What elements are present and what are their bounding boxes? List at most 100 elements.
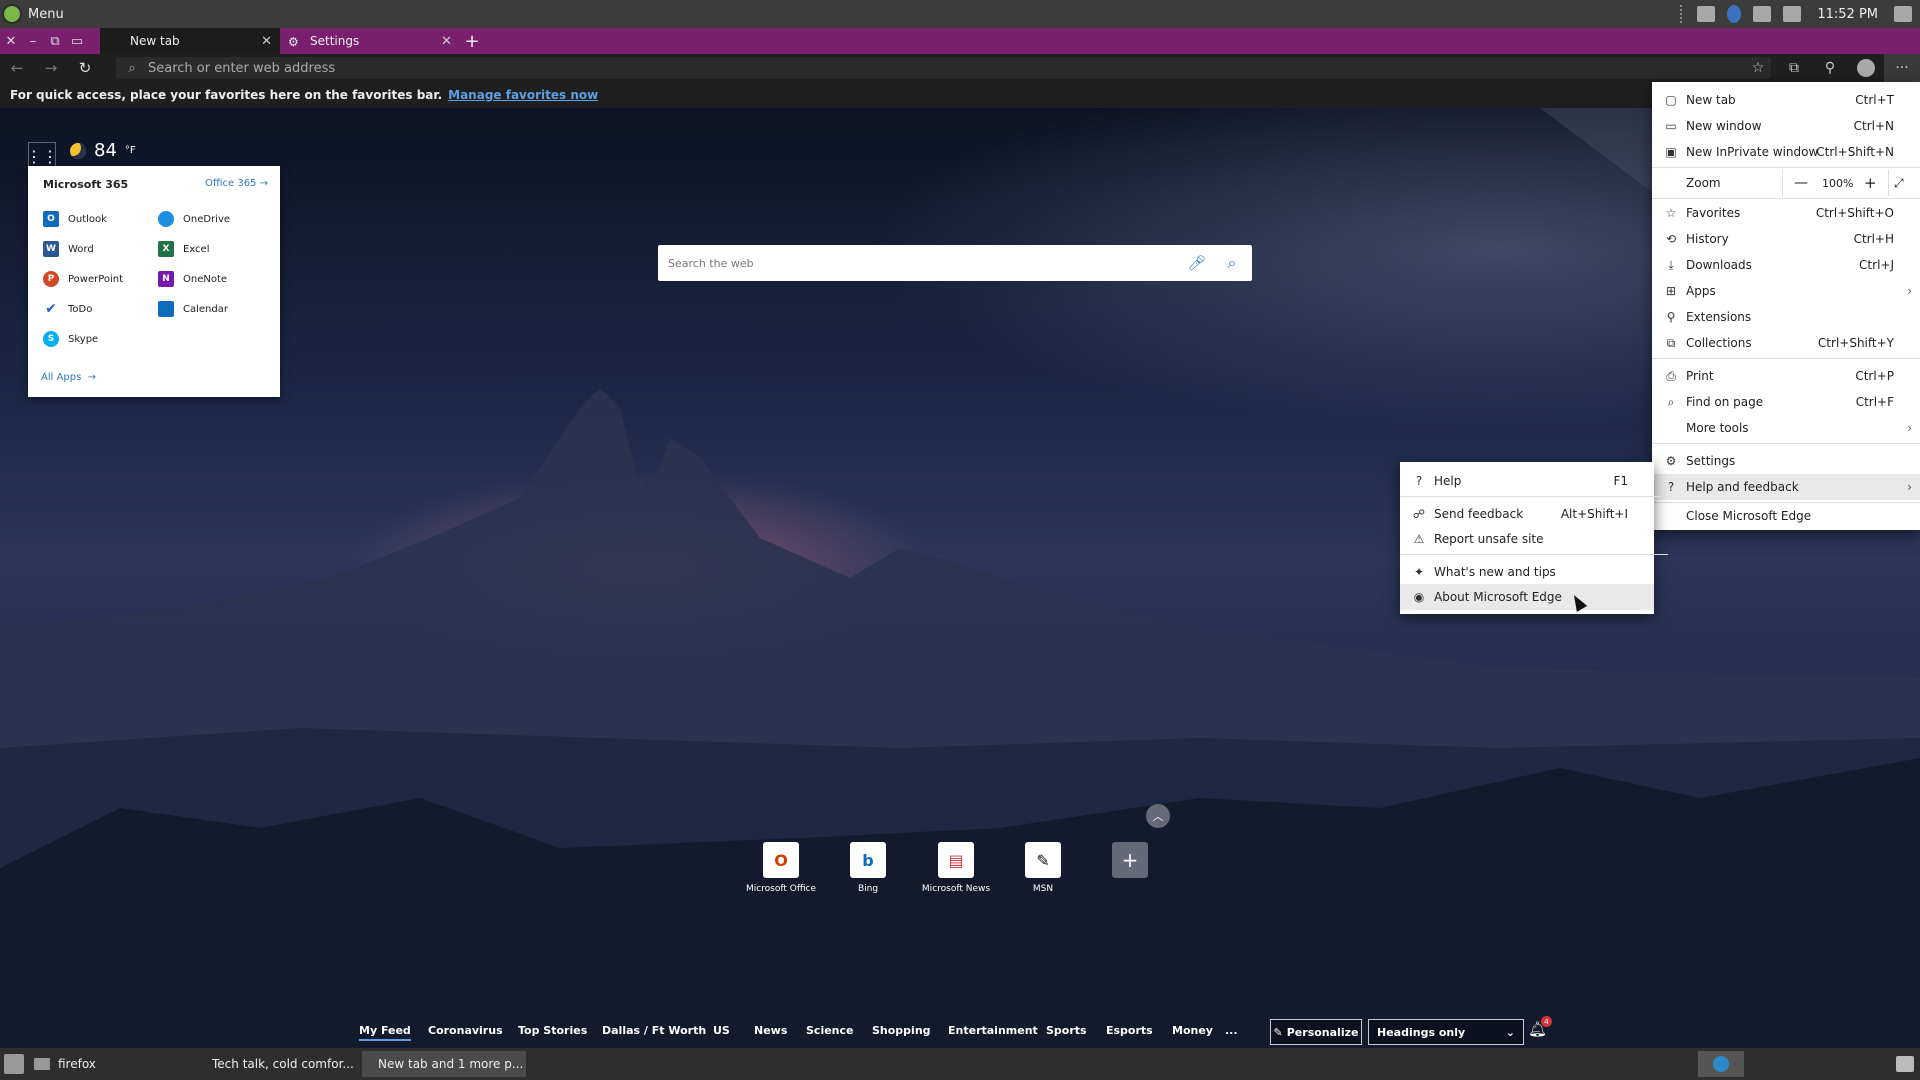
network-icon[interactable] (1753, 6, 1772, 22)
news-icon: ▤ (938, 842, 974, 878)
panel-title: Microsoft 365 (43, 178, 129, 191)
tab-new-tab[interactable]: New tab ✕ (100, 28, 280, 54)
zoom-out-button[interactable]: — (1794, 175, 1808, 191)
show-desktop-icon[interactable] (4, 1054, 24, 1074)
address-bar[interactable]: ⌕ Search or enter web address (116, 57, 1771, 79)
menu-divider (1400, 554, 1668, 555)
app-word[interactable]: W Word (43, 241, 94, 257)
window-restore-icon[interactable]: ⧉ (44, 28, 66, 54)
drive-icon[interactable] (1697, 6, 1716, 22)
folder-icon[interactable] (34, 1058, 50, 1070)
menu-divider (1652, 198, 1920, 199)
feed-tab-shopping[interactable]: Shopping (872, 1024, 931, 1037)
feed-tab-coronavirus[interactable]: Coronavirus (428, 1024, 503, 1037)
profile-button[interactable] (1848, 54, 1884, 82)
tab-actions-icon[interactable]: ▭ (66, 28, 88, 54)
menu-favorites[interactable]: ☆ Favorites Ctrl+Shift+O (1652, 200, 1920, 226)
submenu-whats-new[interactable]: ✦ What's new and tips (1400, 559, 1654, 585)
window-minimize-icon[interactable]: – (22, 28, 44, 54)
tab-label: New tab (130, 34, 180, 48)
menu-print[interactable]: ⎙ Print Ctrl+P (1652, 363, 1920, 389)
collapse-quick-links-button[interactable]: ︿ (1146, 804, 1170, 828)
folder-label[interactable]: firefox (58, 1057, 96, 1071)
taskbar-window-firefox[interactable]: Tech talk, cold comfor... (196, 1051, 356, 1077)
app-skype[interactable]: S Skype (43, 331, 98, 347)
search-icon[interactable]: ⌕ (1212, 253, 1252, 273)
app-onedrive[interactable]: OneDrive (158, 211, 230, 227)
all-apps-link[interactable]: All Apps → (41, 372, 96, 383)
menu-settings[interactable]: ⚙ Settings (1652, 448, 1920, 474)
tab-close-icon[interactable]: ✕ (261, 34, 272, 49)
feed-tab-science[interactable]: Science (806, 1024, 854, 1037)
app-excel[interactable]: X Excel (158, 241, 210, 257)
feed-tab-top-stories[interactable]: Top Stories (518, 1024, 587, 1037)
personalize-button[interactable]: ✎ Personalize (1270, 1019, 1362, 1045)
feed-tab-money[interactable]: Money (1172, 1024, 1213, 1037)
menu-new-inprivate[interactable]: ▣ New InPrivate window Ctrl+Shift+N (1652, 139, 1920, 165)
submenu-send-feedback[interactable]: ☍ Send feedback Alt+Shift+I (1400, 501, 1654, 527)
extensions-icon[interactable]: ⚲ (1812, 54, 1848, 82)
notifications-button[interactable]: 🔔︎ 4 (1528, 1016, 1552, 1042)
submenu-report-unsafe-site[interactable]: ⚠ Report unsafe site (1400, 526, 1654, 552)
taskbar-window-edge[interactable]: New tab and 1 more p... (362, 1051, 526, 1077)
weather-widget[interactable]: 84 °F (70, 140, 136, 161)
settings-and-more-button[interactable]: ··· (1884, 54, 1920, 82)
feed-tab-my-feed[interactable]: My Feed (359, 1024, 411, 1041)
window-close-icon[interactable]: ✕ (0, 28, 22, 54)
layout-select-value: Headings only (1377, 1025, 1466, 1039)
taskbar-edge-pinned[interactable] (1698, 1051, 1744, 1077)
quick-link-microsoft-news[interactable]: ▤ Microsoft News (916, 842, 996, 894)
trash-icon[interactable] (1896, 1056, 1914, 1072)
volume-icon[interactable] (1783, 6, 1802, 22)
app-onenote[interactable]: N OneNote (158, 271, 227, 287)
feed-tab-sports[interactable]: Sports (1046, 1024, 1087, 1037)
collections-icon[interactable]: ⧉ (1776, 54, 1812, 82)
menu-shortcut: Ctrl+H (1853, 232, 1894, 246)
office-365-link[interactable]: Office 365 → (205, 178, 268, 189)
feed-more-button[interactable]: ... (1225, 1024, 1238, 1037)
add-favorite-icon[interactable]: ☆ (1740, 54, 1776, 82)
feed-tab-esports[interactable]: Esports (1106, 1024, 1153, 1037)
feed-tab-entertainment[interactable]: Entertainment (948, 1024, 1038, 1037)
menu-help-and-feedback[interactable]: ? Help and feedback › (1652, 474, 1920, 500)
menu-close-edge[interactable]: Close Microsoft Edge (1652, 503, 1920, 529)
menu-extensions[interactable]: ⚲ Extensions (1652, 304, 1920, 330)
microphone-icon[interactable]: 🎤︎ (1182, 254, 1212, 272)
submenu-help[interactable]: ? Help F1 (1400, 468, 1654, 494)
back-icon[interactable]: ← (0, 54, 34, 82)
menu-downloads[interactable]: ⤓ Downloads Ctrl+J (1652, 252, 1920, 278)
manage-favorites-link[interactable]: Manage favorites now (448, 88, 598, 102)
zoom-in-button[interactable]: + (1864, 174, 1877, 192)
menu-new-window[interactable]: ▭ New window Ctrl+N (1652, 113, 1920, 139)
show-desktop-icon[interactable] (1894, 6, 1912, 22)
menu-collections[interactable]: ⧉ Collections Ctrl+Shift+Y (1652, 330, 1920, 356)
menu-history[interactable]: ⟲ History Ctrl+H (1652, 226, 1920, 252)
forward-icon[interactable]: → (34, 54, 68, 82)
quick-link-bing[interactable]: b Bing (828, 842, 908, 894)
quick-link-microsoft-office[interactable]: O Microsoft Office (741, 842, 821, 894)
clock[interactable]: 11:52 PM (1817, 7, 1878, 22)
new-tab-button[interactable]: + (460, 28, 484, 54)
refresh-icon[interactable]: ↻ (68, 54, 102, 82)
tab-close-icon[interactable]: ✕ (441, 34, 452, 49)
feed-tab-news[interactable]: News (754, 1024, 787, 1037)
web-search-box[interactable]: Search the web 🎤︎ ⌕ (658, 245, 1252, 281)
app-powerpoint[interactable]: P PowerPoint (43, 271, 123, 287)
layout-select[interactable]: Headings only ⌄ (1368, 1019, 1524, 1045)
app-calendar[interactable]: Calendar (158, 301, 228, 317)
system-menu-button[interactable]: Menu (0, 4, 64, 24)
quick-link-msn[interactable]: ✎ MSN (1003, 842, 1083, 894)
menu-more-tools[interactable]: More tools › (1652, 415, 1920, 441)
app-todo[interactable]: ✔ ToDo (43, 301, 92, 317)
feed-tab-dallas[interactable]: Dallas / Ft Worth (602, 1024, 706, 1037)
submenu-about-edge[interactable]: ◉ About Microsoft Edge (1400, 584, 1654, 610)
menu-apps[interactable]: ⊞ Apps › (1652, 278, 1920, 304)
tab-settings[interactable]: ⚙ Settings ✕ (280, 28, 460, 54)
bluetooth-icon[interactable] (1727, 5, 1742, 23)
menu-find-on-page[interactable]: ⌕ Find on page Ctrl+F (1652, 389, 1920, 415)
fullscreen-icon[interactable]: ⤢ (1894, 176, 1904, 191)
add-quick-link-button[interactable]: + (1112, 842, 1148, 878)
feed-tab-us[interactable]: US (713, 1024, 730, 1037)
menu-new-tab[interactable]: ▢ New tab Ctrl+T (1652, 87, 1920, 113)
app-outlook[interactable]: O Outlook (43, 211, 107, 227)
